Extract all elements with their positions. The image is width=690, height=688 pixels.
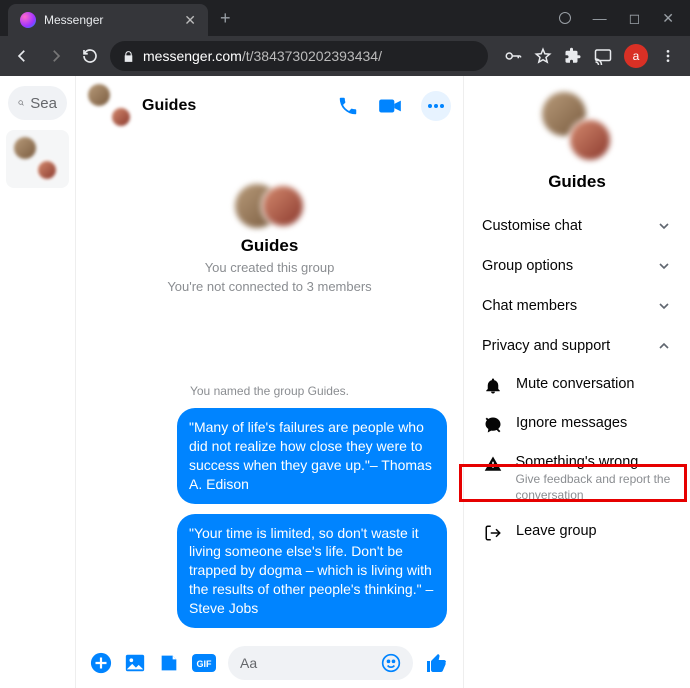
tab-title: Messenger [44, 13, 103, 27]
conversation-info-button[interactable] [421, 91, 451, 121]
window-controls: — ◻ ✕ [559, 10, 690, 27]
warning-icon [482, 454, 504, 473]
ignore-messages-item[interactable]: Ignore messages [464, 405, 690, 444]
svg-text:GIF: GIF [197, 659, 213, 669]
chevron-up-icon [656, 338, 672, 354]
message-bubble[interactable]: "Your time is limited, so don't waste it… [177, 514, 447, 628]
browser-tab[interactable]: Messenger ✕ [8, 4, 208, 36]
browser-toolbar: messenger.com/t/3843730202393434/ a [0, 36, 690, 76]
extensions-icon[interactable] [564, 47, 582, 65]
profile-avatar[interactable]: a [624, 44, 648, 68]
ignore-icon [482, 415, 504, 434]
group-avatar-large [542, 92, 612, 162]
leave-icon [482, 523, 504, 542]
minimize-icon[interactable]: — [593, 10, 607, 26]
reload-button[interactable] [76, 42, 104, 70]
group-avatar [14, 137, 58, 181]
conversation-list: Sea [0, 76, 76, 688]
cast-icon[interactable] [594, 47, 612, 65]
sticker-icon[interactable] [158, 652, 180, 674]
app-content: Sea Guides Guides You created this group… [0, 76, 690, 688]
maximize-icon[interactable]: ◻ [629, 10, 641, 27]
system-message: You named the group Guides. [190, 384, 349, 398]
item-label: Something's wrong [516, 454, 672, 470]
like-icon[interactable] [425, 651, 449, 675]
section-customise-chat[interactable]: Customise chat [482, 206, 672, 246]
new-tab-button[interactable]: + [220, 8, 231, 29]
voice-call-icon[interactable] [337, 95, 359, 117]
group-name: Guides [241, 236, 299, 256]
section-label: Group options [482, 258, 573, 274]
chevron-down-icon [656, 218, 672, 234]
star-icon[interactable] [534, 47, 552, 65]
search-placeholder: Sea [30, 95, 57, 112]
somethings-wrong-item[interactable]: Something's wrong Give feedback and repo… [464, 444, 690, 513]
group-avatar-large [235, 184, 305, 228]
forward-button[interactable] [42, 42, 70, 70]
search-icon [18, 95, 24, 111]
details-title: Guides [548, 172, 606, 192]
item-label: Leave group [516, 523, 597, 539]
composer: GIF Aa [76, 638, 463, 688]
message-placeholder: Aa [240, 655, 257, 671]
emoji-icon[interactable] [381, 653, 401, 673]
message-input[interactable]: Aa [228, 646, 413, 680]
section-chat-members[interactable]: Chat members [482, 286, 672, 326]
conversation-item[interactable] [6, 130, 69, 188]
gif-icon[interactable]: GIF [192, 654, 216, 672]
item-label: Mute conversation [516, 376, 634, 392]
section-label: Customise chat [482, 218, 582, 234]
chat-title: Guides [142, 97, 196, 115]
messenger-favicon [20, 12, 36, 28]
chevron-down-icon [656, 258, 672, 274]
chat-body: Guides You created this group You're not… [76, 136, 463, 638]
message-bubble[interactable]: "Many of life's failures are people who … [177, 408, 447, 504]
menu-icon[interactable] [660, 48, 676, 64]
close-window-icon[interactable]: ✕ [662, 10, 674, 27]
section-group-options[interactable]: Group options [482, 246, 672, 286]
details-panel: Guides Customise chat Group options Chat… [464, 76, 690, 688]
add-icon[interactable] [90, 652, 112, 674]
close-tab-icon[interactable]: ✕ [184, 12, 196, 29]
bell-icon [482, 376, 504, 395]
back-button[interactable] [8, 42, 36, 70]
mute-conversation-item[interactable]: Mute conversation [464, 366, 690, 405]
image-icon[interactable] [124, 652, 146, 674]
address-bar[interactable]: messenger.com/t/3843730202393434/ [110, 41, 488, 71]
chat-panel: Guides Guides You created this group You… [76, 76, 464, 688]
group-avatar [88, 84, 132, 128]
leave-group-item[interactable]: Leave group [464, 513, 690, 552]
chevron-down-icon [656, 298, 672, 314]
item-subtitle: Give feedback and report the conversatio… [516, 472, 672, 503]
section-label: Privacy and support [482, 338, 610, 354]
created-line: You created this group [205, 260, 335, 275]
url-text: messenger.com/t/3843730202393434/ [143, 48, 382, 64]
account-circle-icon[interactable] [559, 12, 571, 24]
window-titlebar: Messenger ✕ + — ◻ ✕ [0, 0, 690, 36]
lock-icon [122, 50, 135, 63]
key-icon[interactable] [504, 47, 522, 65]
video-call-icon[interactable] [377, 93, 403, 119]
search-input[interactable]: Sea [8, 86, 67, 120]
item-label: Ignore messages [516, 415, 627, 431]
chat-header: Guides [76, 76, 463, 136]
section-label: Chat members [482, 298, 577, 314]
section-privacy-support[interactable]: Privacy and support [482, 326, 672, 366]
connected-line: You're not connected to 3 members [167, 279, 371, 294]
